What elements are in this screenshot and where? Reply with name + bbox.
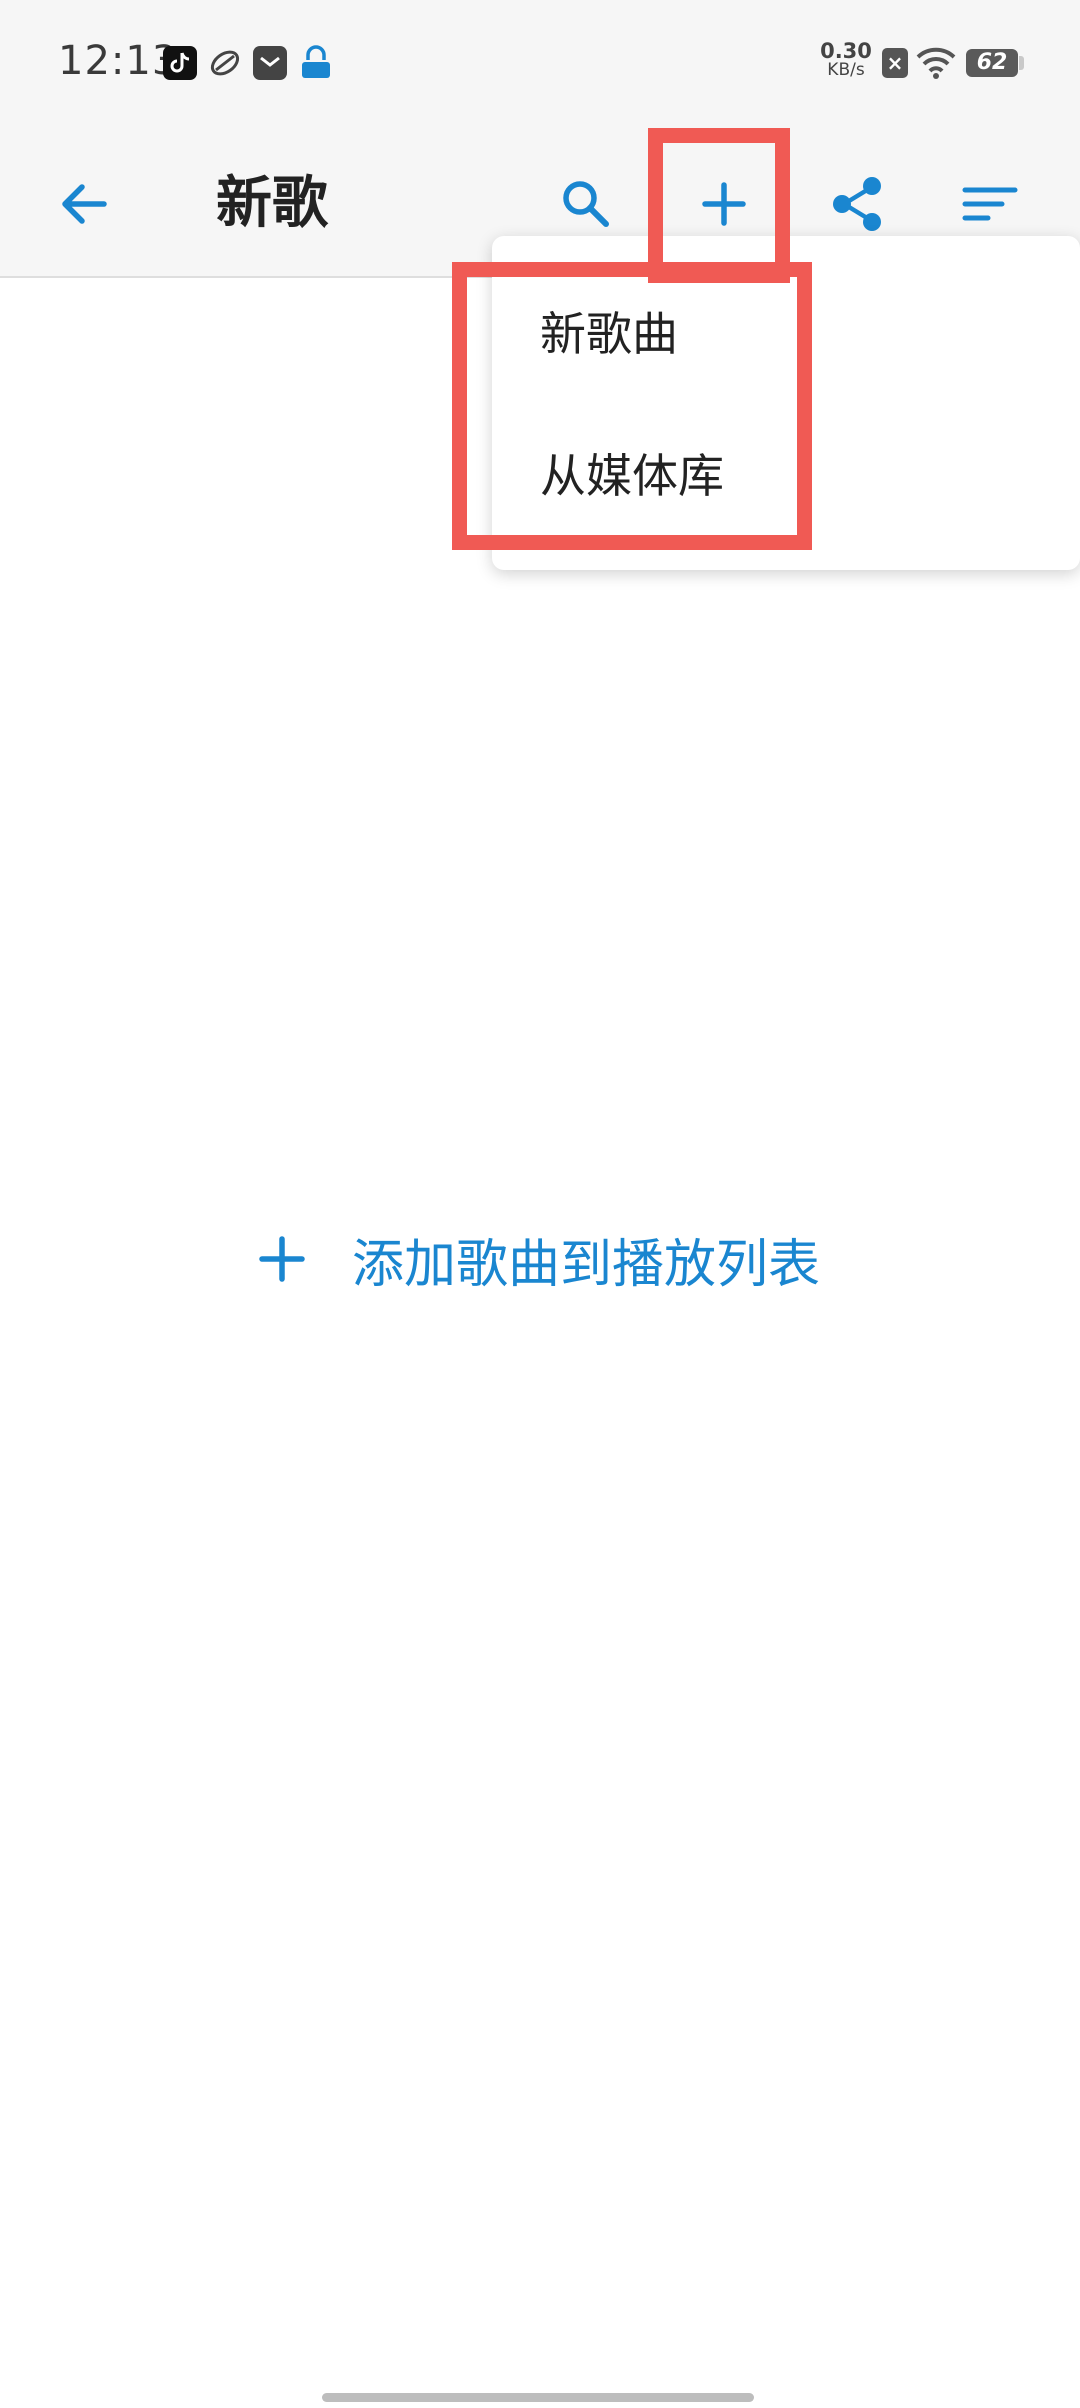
tiktok-icon — [163, 46, 197, 80]
back-button[interactable] — [36, 156, 132, 252]
x-icon: × — [882, 48, 908, 78]
battery-tip — [1019, 56, 1024, 70]
share-icon — [833, 177, 881, 231]
network-speed-unit: KB/s — [827, 60, 865, 80]
wifi-icon — [916, 46, 956, 84]
mail-icon — [253, 46, 287, 80]
network-speed: 0.30 KB/s — [818, 39, 874, 80]
back-arrow-icon — [62, 184, 107, 224]
network-speed-value: 0.30 — [820, 39, 872, 63]
battery-icon: 62 — [966, 49, 1018, 77]
add-songs-to-playlist-button[interactable]: 添加歌曲到播放列表 — [254, 1214, 820, 1304]
status-time: 12:13 — [58, 38, 179, 84]
app-screen: 12:13 0.30 KB/s × 62 新歌 新歌曲 从媒体库 添加歌曲到播放… — [0, 0, 1080, 2408]
page-title: 新歌 — [216, 171, 328, 236]
sort-icon — [962, 187, 1018, 221]
gesture-nav-handle[interactable] — [322, 2393, 754, 2402]
highlight-box-add-button — [648, 128, 790, 283]
plus-icon — [259, 1236, 305, 1282]
highlight-box-menu — [452, 262, 812, 550]
app-icon — [208, 46, 242, 84]
vpn-icon — [298, 44, 334, 86]
status-bar: 12:13 0.30 KB/s × 62 — [0, 0, 1080, 128]
add-songs-label: 添加歌曲到播放列表 — [352, 1234, 821, 1295]
search-icon — [563, 181, 609, 227]
